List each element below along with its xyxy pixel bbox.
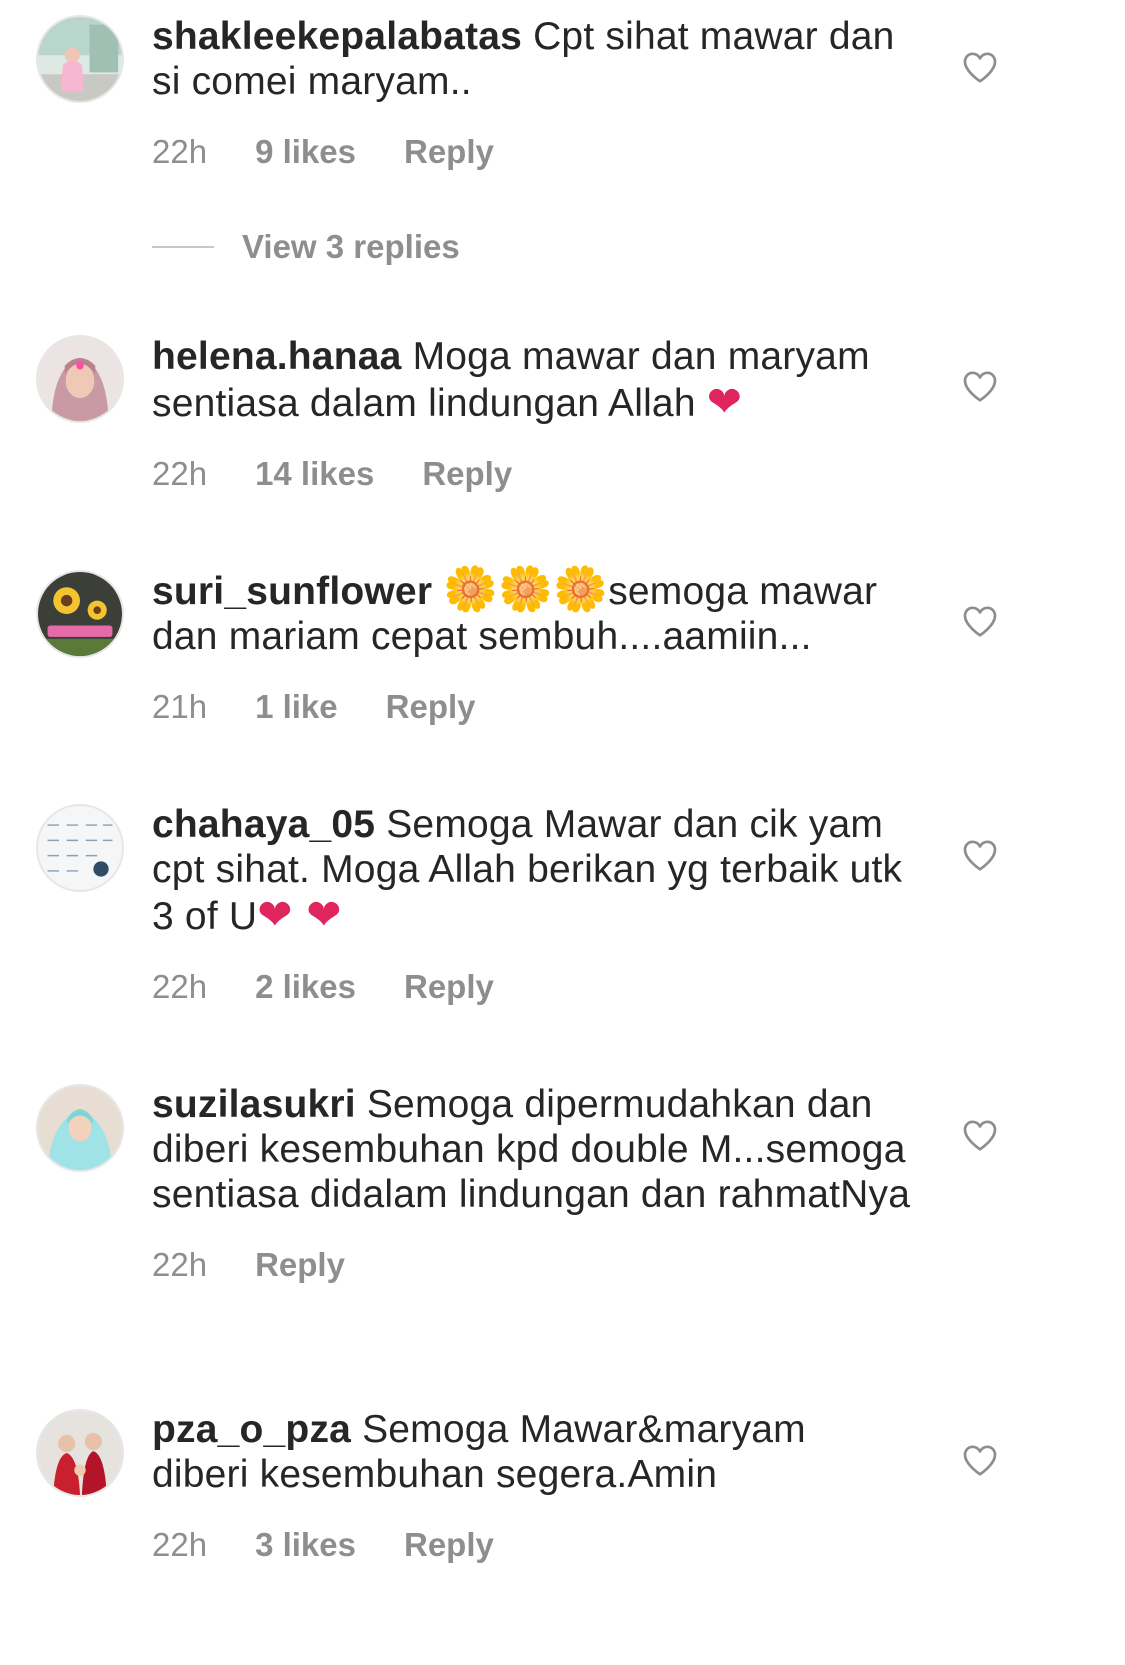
view-replies-label: View 3 replies xyxy=(242,228,460,265)
heart-outline-icon xyxy=(963,1445,997,1476)
blossom-emoji: 🌼🌼🌼 xyxy=(443,564,609,615)
likes-count[interactable]: 1 like xyxy=(255,687,338,727)
comment-username[interactable]: pza_o_pza xyxy=(152,1408,351,1451)
likes-count[interactable]: 14 likes xyxy=(255,454,374,494)
like-button[interactable] xyxy=(962,838,998,872)
avatar[interactable] xyxy=(36,570,124,658)
comment-meta: 21h 1 like Reply xyxy=(152,687,912,727)
comment-body: helena.hanaa Moga mawar dan maryam senti… xyxy=(152,334,912,494)
avatar[interactable] xyxy=(36,1409,124,1497)
red-heart-emoji: ❤ ❤ xyxy=(257,890,342,939)
like-button[interactable] xyxy=(962,1118,998,1152)
comment-body: suri_sunflower 🌼🌼🌼semoga mawar dan maria… xyxy=(152,567,912,727)
heart-outline-icon xyxy=(963,371,997,402)
heart-outline-icon xyxy=(963,606,997,637)
comment-username[interactable]: shakleekepalabatas xyxy=(152,15,522,58)
comment-body: shakleekepalabatas Cpt sihat mawar dan s… xyxy=(152,14,912,172)
comment-username[interactable]: suri_sunflower xyxy=(152,570,432,613)
comment-body: pza_o_pza Semoga Mawar&maryam diberi kes… xyxy=(152,1407,912,1565)
reply-button[interactable]: Reply xyxy=(404,132,494,172)
like-button[interactable] xyxy=(962,1443,998,1477)
comment-text: helena.hanaa Moga mawar dan maryam senti… xyxy=(152,334,912,426)
comment-username[interactable]: suzilasukri xyxy=(152,1083,356,1126)
comment-text: suzilasukri Semoga dipermudahkan dan dib… xyxy=(152,1082,912,1217)
comment-meta: 22h Reply xyxy=(152,1245,912,1285)
comment-username[interactable]: helena.hanaa xyxy=(152,335,402,378)
reply-button[interactable]: Reply xyxy=(404,1525,494,1565)
like-button[interactable] xyxy=(962,604,998,638)
comment-meta: 22h 2 likes Reply xyxy=(152,967,912,1007)
likes-count[interactable]: 2 likes xyxy=(255,967,356,1007)
comment-body: chahaya_05 Semoga Mawar dan cik yam cpt … xyxy=(152,802,912,1007)
reply-button[interactable]: Reply xyxy=(386,687,476,727)
comment-time: 22h xyxy=(152,455,208,492)
comment-meta: 22h 9 likes Reply xyxy=(152,132,912,172)
comment-text: pza_o_pza Semoga Mawar&maryam diberi kes… xyxy=(152,1407,912,1497)
heart-outline-icon xyxy=(963,1120,997,1151)
avatar[interactable] xyxy=(36,1084,124,1172)
avatar[interactable] xyxy=(36,335,124,423)
comment-text: suri_sunflower 🌼🌼🌼semoga mawar dan maria… xyxy=(152,567,912,659)
comment-time: 21h xyxy=(152,688,208,725)
red-heart-emoji: ❤ xyxy=(706,377,743,426)
comment-text: shakleekepalabatas Cpt sihat mawar dan s… xyxy=(152,14,912,104)
reply-button[interactable]: Reply xyxy=(255,1245,345,1285)
comment-time: 22h xyxy=(152,133,208,170)
like-button[interactable] xyxy=(962,369,998,403)
likes-count[interactable]: 3 likes xyxy=(255,1525,356,1565)
likes-count[interactable]: 9 likes xyxy=(255,132,356,172)
comment-meta: 22h 14 likes Reply xyxy=(152,454,912,494)
comment-time: 22h xyxy=(152,1246,208,1283)
comment-time: 22h xyxy=(152,1526,208,1563)
replies-divider xyxy=(152,246,214,248)
comment-body: suzilasukri Semoga dipermudahkan dan dib… xyxy=(152,1082,912,1285)
like-button[interactable] xyxy=(962,50,998,84)
avatar[interactable] xyxy=(36,15,124,103)
comment-meta: 22h 3 likes Reply xyxy=(152,1525,912,1565)
heart-outline-icon xyxy=(963,840,997,871)
view-replies-button[interactable]: View 3 replies xyxy=(152,228,460,266)
comment-text: chahaya_05 Semoga Mawar dan cik yam cpt … xyxy=(152,802,912,939)
reply-button[interactable]: Reply xyxy=(422,454,512,494)
comment-username[interactable]: chahaya_05 xyxy=(152,803,375,846)
comment-time: 22h xyxy=(152,968,208,1005)
heart-outline-icon xyxy=(963,52,997,83)
avatar[interactable] xyxy=(36,804,124,892)
reply-button[interactable]: Reply xyxy=(404,967,494,1007)
